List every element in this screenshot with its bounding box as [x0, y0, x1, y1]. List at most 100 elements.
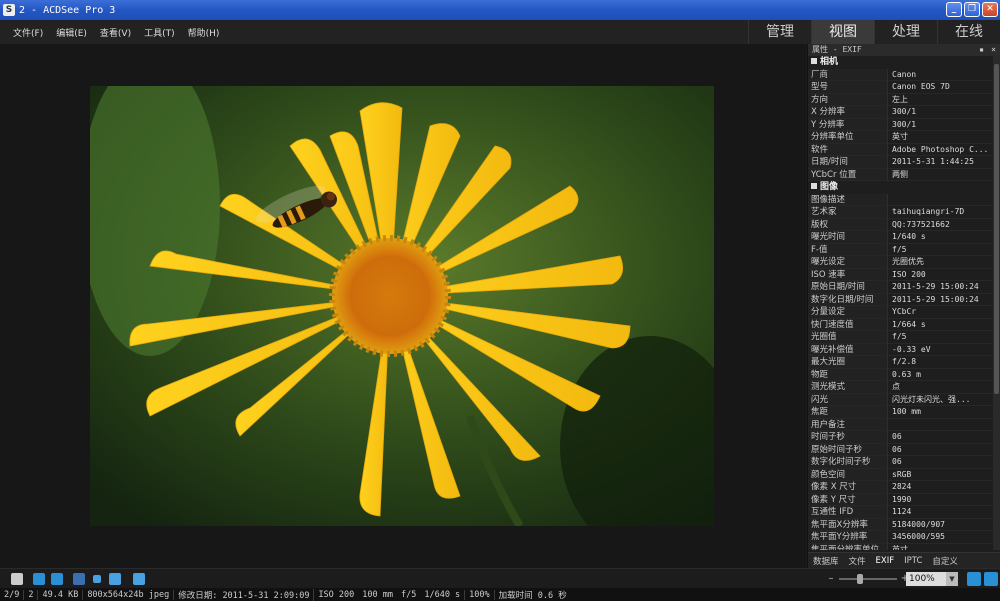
- panel-tabs: 数据库 文件 EXIF IPTC 自定义: [808, 552, 1000, 568]
- property-row[interactable]: 分量设定 YCbCr: [808, 306, 994, 319]
- property-value: ISO 200: [892, 269, 926, 279]
- section-header[interactable]: 图像: [808, 181, 994, 194]
- property-row[interactable]: ISO 速率 ISO 200: [808, 268, 994, 281]
- property-value: 2011-5-29 15:00:24: [892, 294, 979, 304]
- select-tool-icon[interactable]: [93, 575, 101, 583]
- section-header[interactable]: 相机: [808, 56, 994, 69]
- property-value: [888, 194, 994, 206]
- property-row[interactable]: 版权 QQ:737521662: [808, 218, 994, 231]
- image-viewer[interactable]: [0, 44, 806, 568]
- menu-edit[interactable]: 编辑(E): [56, 26, 87, 39]
- rotate-left-icon[interactable]: [33, 573, 45, 585]
- property-value: 0.63 m: [892, 369, 921, 379]
- tab-manage[interactable]: 管理: [748, 20, 811, 44]
- property-row[interactable]: 焦距 100 mm: [808, 406, 994, 419]
- property-value: 300/1: [892, 119, 917, 129]
- tab-online[interactable]: 在线: [937, 20, 1000, 44]
- photo-flower-hoverfly[interactable]: [90, 86, 714, 526]
- property-row[interactable]: Y 分辨率 300/1: [808, 118, 994, 131]
- menu-file[interactable]: 文件(F): [13, 26, 43, 39]
- scrollbar-thumb[interactable]: [994, 64, 999, 394]
- tab-iptc[interactable]: IPTC: [899, 556, 927, 566]
- property-row[interactable]: 像素 Y 尺寸 1990: [808, 493, 994, 506]
- property-row[interactable]: 分辨率单位 英寸: [808, 131, 994, 144]
- property-row[interactable]: 数字化日期/时间 2011-5-29 15:00:24: [808, 293, 994, 306]
- tab-file[interactable]: 文件: [844, 555, 871, 567]
- property-row[interactable]: 时间子秒 06: [808, 431, 994, 444]
- zoom-tool-icon[interactable]: [109, 573, 121, 585]
- property-row[interactable]: X 分辨率 300/1: [808, 106, 994, 119]
- property-row[interactable]: 互通性 IFD 1124: [808, 506, 994, 519]
- zoom-slider-knob[interactable]: [857, 573, 863, 584]
- acdsee-window: S 2 - ACDSee Pro 3 _ ❐ ✕ 文件(F) 编辑(E) 查看(…: [0, 0, 1000, 601]
- property-value: 闪光灯未闪光、强...: [892, 394, 971, 404]
- property-row[interactable]: 曝光设定 光圈优先: [808, 256, 994, 269]
- menu-help[interactable]: 帮助(H): [188, 26, 220, 39]
- property-row[interactable]: 图像描述: [808, 193, 994, 206]
- property-row[interactable]: 原始时间子秒 06: [808, 443, 994, 456]
- property-row[interactable]: 数字化时间子秒 06: [808, 456, 994, 469]
- collapse-icon[interactable]: [811, 183, 817, 189]
- panel-scrollbar[interactable]: [993, 56, 1000, 550]
- tab-exif[interactable]: EXIF: [871, 556, 900, 566]
- property-row[interactable]: 测光模式点: [808, 381, 994, 394]
- hand-tool-icon[interactable]: [73, 573, 85, 585]
- property-row[interactable]: 颜色空间 sRGB: [808, 468, 994, 481]
- property-key: 测光模式: [808, 381, 888, 393]
- property-key: 日期/时间: [808, 156, 888, 168]
- tab-develop[interactable]: 处理: [874, 20, 937, 44]
- property-row[interactable]: 像素 X 尺寸 2824: [808, 481, 994, 494]
- zoom-select[interactable]: 100% ▼: [906, 572, 958, 586]
- property-row[interactable]: F-值 f/5: [808, 243, 994, 256]
- property-row[interactable]: 软件 Adobe Photoshop C...: [808, 143, 994, 156]
- property-row[interactable]: 方向 左上: [808, 93, 994, 106]
- minimize-button[interactable]: _: [946, 2, 962, 17]
- property-row[interactable]: 焦平面Y分辨率 3456000/595: [808, 531, 994, 544]
- property-row[interactable]: 焦平面分辨率单位 英寸: [808, 543, 994, 551]
- property-key: 数字化时间子秒: [808, 456, 888, 468]
- pin-icon[interactable]: ▪: [979, 44, 984, 56]
- tab-view[interactable]: 视图: [811, 20, 874, 44]
- property-row[interactable]: 光圈值 f/5: [808, 331, 994, 344]
- property-key: ISO 速率: [808, 268, 888, 280]
- property-row[interactable]: 最大光圈 f/2.8: [808, 356, 994, 369]
- title-bar[interactable]: S 2 - ACDSee Pro 3 _ ❐ ✕: [0, 0, 1000, 20]
- maximize-button[interactable]: ❐: [964, 2, 980, 17]
- crop-tool-icon[interactable]: [133, 573, 145, 585]
- tab-custom[interactable]: 自定义: [927, 555, 963, 567]
- property-row[interactable]: 原始日期/时间 2011-5-29 15:00:24: [808, 281, 994, 294]
- property-row[interactable]: 用户备注: [808, 418, 994, 431]
- property-row[interactable]: 曝光补偿值 -0.33 eV: [808, 343, 994, 356]
- property-row[interactable]: 厂商 Canon: [808, 68, 994, 81]
- tab-database[interactable]: 数据库: [808, 555, 844, 567]
- property-value: 300/1: [892, 107, 917, 116]
- property-row[interactable]: 型号 Canon EOS 7D: [808, 81, 994, 94]
- zoom-out-button[interactable]: –: [826, 573, 836, 584]
- close-button[interactable]: ✕: [982, 2, 998, 17]
- property-row[interactable]: 物距 0.63 m: [808, 368, 994, 381]
- property-value: 光圈优先: [892, 257, 924, 266]
- fit-screen-icon[interactable]: [984, 572, 998, 586]
- property-row[interactable]: 日期/时间 2011-5-31 1:44:25: [808, 156, 994, 169]
- window-title: 2 - ACDSee Pro 3: [19, 4, 116, 16]
- property-row[interactable]: YCbCr 位置 两侧: [808, 168, 994, 181]
- menu-tools[interactable]: 工具(T): [144, 26, 175, 39]
- exif-property-list[interactable]: 相机 厂商 Canon 型号 Canon EOS 7D 方向 左上 X 分辨率 300/1 Y 分…: [808, 56, 994, 550]
- menu-view[interactable]: 查看(V): [100, 26, 131, 39]
- property-row[interactable]: 曝光时间 1/640 s: [808, 231, 994, 244]
- property-row[interactable]: 闪光 闪光灯未闪光、强...: [808, 393, 994, 406]
- zoom-slider[interactable]: [839, 573, 897, 584]
- property-row[interactable]: 焦平面X分辨率 5184000/907: [808, 518, 994, 531]
- collapse-icon[interactable]: [811, 58, 817, 64]
- panel-header: 属性 - EXIF ▪ ×: [808, 44, 1000, 56]
- rotate-right-icon[interactable]: [51, 573, 63, 585]
- close-icon[interactable]: ×: [991, 44, 996, 56]
- filmstrip-icon[interactable]: [11, 573, 23, 585]
- property-key: 图像描述: [808, 193, 888, 205]
- property-row[interactable]: 快门速度值 1/664 s: [808, 318, 994, 331]
- actual-size-icon[interactable]: [967, 572, 981, 586]
- property-row[interactable]: 艺术家 taihuqiangri-7D: [808, 206, 994, 219]
- property-value: 英寸: [892, 544, 908, 551]
- property-key: 时间子秒: [808, 431, 888, 443]
- chevron-down-icon[interactable]: ▼: [946, 572, 958, 586]
